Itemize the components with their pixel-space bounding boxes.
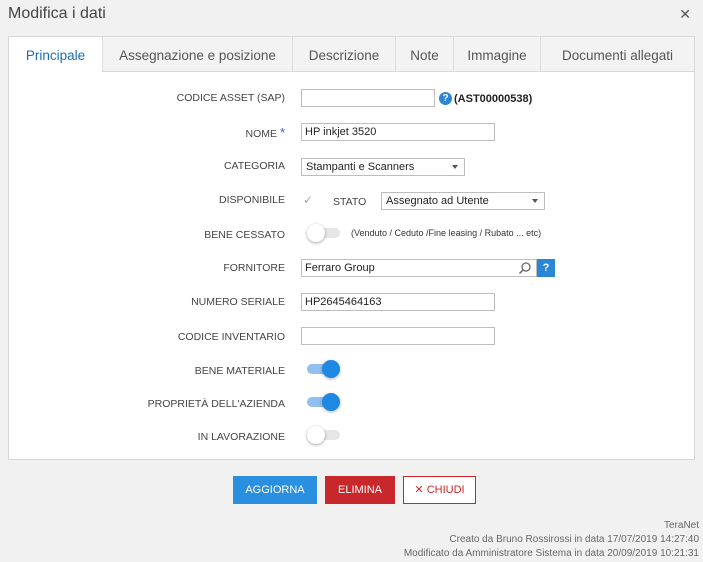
close-button-label: CHIUDI [426, 484, 465, 496]
toggle-knob [322, 393, 340, 411]
fornitore-input[interactable] [301, 259, 537, 277]
bene-cessato-hint: (Venduto / Ceduto /Fine leasing / Rubato… [351, 228, 542, 238]
asset-code: (AST00000538) [454, 93, 533, 105]
categoria-label: CATEGORIA [223, 160, 285, 172]
categoria-select[interactable]: Stampanti e Scanners [301, 158, 465, 176]
chevron-down-icon [532, 199, 538, 203]
nome-label-text: NOME [245, 128, 278, 140]
numero-seriale-input[interactable] [301, 293, 495, 311]
delete-button[interactable]: ELIMINA [325, 476, 395, 504]
categoria-value: Stampanti e Scanners [306, 161, 415, 173]
stato-value: Assegnato ad Utente [386, 195, 489, 207]
fornitore-label: FORNITORE [223, 262, 285, 274]
toggle-knob [322, 360, 340, 378]
check-icon[interactable]: ✓ [303, 193, 313, 207]
toggle-knob [307, 426, 325, 444]
nome-input[interactable] [301, 123, 495, 141]
toggle-knob [307, 224, 325, 242]
codice-asset-input[interactable] [301, 89, 435, 107]
form-panel: Principale Assegnazione e posizione Desc… [8, 36, 695, 460]
footer-created: Creato da Bruno Rossirossi in data 17/07… [449, 534, 699, 545]
required-mark: * [279, 125, 285, 140]
tab-assegnazione[interactable]: Assegnazione e posizione [103, 37, 293, 71]
search-icon[interactable] [518, 261, 532, 275]
tab-documenti[interactable]: Documenti allegati [541, 37, 694, 71]
codice-inventario-input[interactable] [301, 327, 495, 345]
bene-materiale-toggle[interactable] [307, 359, 341, 379]
close-icon: ✕ [414, 484, 424, 496]
dialog-title: Modifica i dati [8, 5, 106, 22]
bene-materiale-label: BENE MATERIALE [194, 365, 285, 377]
dialog-titlebar: Modifica i dati ✕ [0, 0, 703, 30]
help-icon[interactable]: ? [439, 92, 452, 105]
tab-principale[interactable]: Principale [9, 37, 103, 72]
codice-asset-label: CODICE ASSET (SAP) [176, 92, 285, 104]
disponibile-label: DISPONIBILE [219, 194, 285, 206]
codice-inventario-label: CODICE INVENTARIO [177, 331, 285, 343]
numero-seriale-label: NUMERO SERIALE [191, 296, 285, 308]
chevron-down-icon [452, 165, 458, 169]
footer-brand: TeraNet [663, 520, 699, 531]
fornitore-help-button[interactable]: ? [537, 259, 555, 277]
proprieta-toggle[interactable] [307, 392, 341, 412]
close-button[interactable]: ✕ CHIUDI [403, 476, 476, 504]
bene-cessato-toggle[interactable] [307, 223, 341, 243]
stato-label: STATO [333, 196, 367, 208]
update-button[interactable]: AGGIORNA [233, 476, 317, 504]
in-lavorazione-toggle[interactable] [307, 425, 341, 445]
tab-bar: Principale Assegnazione e posizione Desc… [9, 37, 694, 72]
nome-label: NOME * [246, 125, 285, 140]
tab-immagine[interactable]: Immagine [454, 37, 541, 71]
tab-note[interactable]: Note [396, 37, 454, 71]
tab-descrizione[interactable]: Descrizione [293, 37, 396, 71]
close-icon[interactable]: ✕ [679, 6, 691, 23]
stato-select[interactable]: Assegnato ad Utente [381, 192, 545, 210]
proprieta-label: PROPRIETÀ DELL'AZIENDA [147, 398, 285, 410]
bene-cessato-label: BENE CESSATO [204, 229, 285, 241]
footer-modified: Modificato da Amministratore Sistema in … [403, 548, 699, 559]
in-lavorazione-label: IN LAVORAZIONE [197, 431, 285, 443]
